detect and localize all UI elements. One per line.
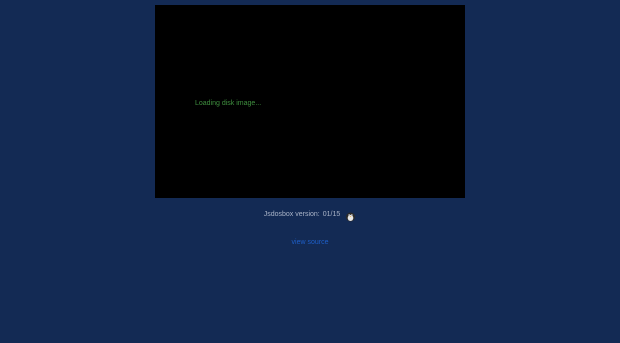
footer-link-row: view source <box>0 231 620 249</box>
version-value: 01/15 <box>322 210 341 218</box>
footer-link[interactable]: view source <box>292 239 329 246</box>
loading-status-text: Loading disk image... <box>195 100 262 107</box>
emulator-screen[interactable]: Loading disk image... <box>155 5 465 198</box>
page: Loading disk image... Jsdosbox version: … <box>0 0 620 343</box>
penguin-icon <box>345 209 356 221</box>
version-label: Jsdosbox version: <box>263 210 320 218</box>
version-info: Jsdosbox version: 01/15 <box>0 207 620 221</box>
